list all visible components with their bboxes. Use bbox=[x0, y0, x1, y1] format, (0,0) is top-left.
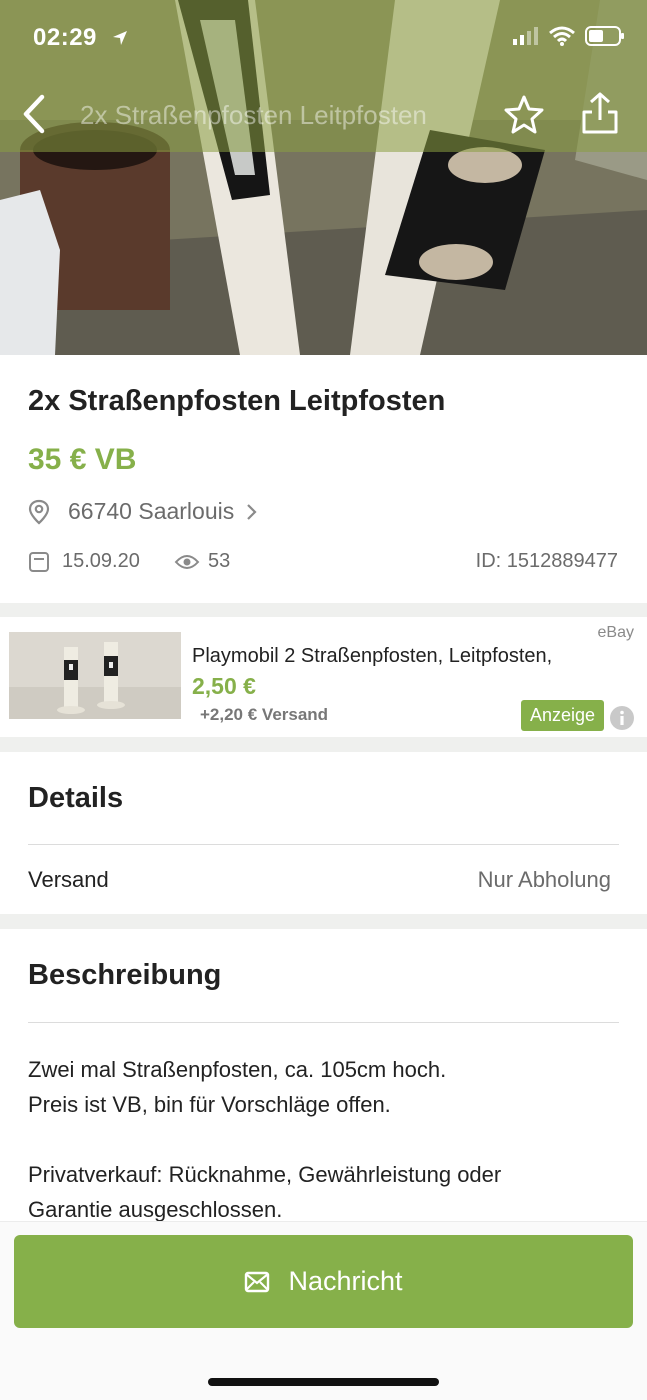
listing-info: 2x Straßenpfosten Leitpfosten 35 € VB 66… bbox=[0, 355, 647, 603]
wifi-icon bbox=[549, 26, 575, 51]
location-link[interactable]: 66740 Saarlouis bbox=[28, 498, 258, 525]
message-button-label: Nachricht bbox=[288, 1266, 403, 1296]
share-icon bbox=[582, 92, 618, 134]
back-icon bbox=[23, 94, 45, 134]
description-section: Beschreibung Zwei mal Straßenpfosten, ca… bbox=[0, 929, 647, 1229]
listing-title: 2x Straßenpfosten Leitpfosten bbox=[28, 385, 446, 417]
divider bbox=[28, 1022, 619, 1023]
location-arrow-icon bbox=[112, 30, 128, 51]
ebay-ad[interactable]: eBay Playmobil 2 Straßenpfosten, Leitpfo… bbox=[0, 617, 647, 737]
favorite-button[interactable] bbox=[503, 94, 545, 139]
listing-photo[interactable]: 02:29 2x Straßenpfosten Leitpfosten bbox=[0, 0, 647, 355]
listing-price: 35 € VB bbox=[28, 443, 137, 476]
description-line: Zwei mal Straßenpfosten, ca. 105cm hoch. bbox=[28, 1057, 447, 1082]
battery-icon bbox=[585, 26, 625, 51]
ad-info-button[interactable] bbox=[609, 705, 635, 736]
listing-date: 15.09.20 bbox=[62, 550, 140, 572]
navigation-bar: 2x Straßenpfosten Leitpfosten bbox=[0, 80, 647, 152]
info-icon bbox=[610, 706, 634, 730]
back-button[interactable] bbox=[22, 94, 58, 134]
ad-thumbnail bbox=[9, 632, 181, 719]
nav-title: 2x Straßenpfosten Leitpfosten bbox=[80, 100, 427, 130]
date-info: 15.09.20 bbox=[28, 550, 140, 573]
eye-icon bbox=[174, 554, 200, 569]
view-count: 53 bbox=[208, 550, 231, 572]
shipping-value: Nur Abholung bbox=[477, 867, 611, 892]
home-indicator bbox=[208, 1378, 439, 1386]
ad-price: 2,50 € bbox=[192, 673, 256, 699]
message-button[interactable]: Nachricht bbox=[14, 1235, 633, 1328]
ad-source: eBay bbox=[597, 624, 634, 641]
details-section: Details Versand Nur Abholung bbox=[0, 752, 647, 914]
views-info: 53 bbox=[174, 550, 230, 573]
listing-meta: 15.09.20 53 ID: 1512889477 bbox=[28, 550, 618, 580]
shipping-label: Versand bbox=[28, 867, 109, 892]
share-button[interactable] bbox=[578, 90, 622, 141]
description-text: Zwei mal Straßenpfosten, ca. 105cm hoch.… bbox=[28, 1052, 618, 1227]
divider bbox=[28, 844, 619, 845]
description-heading: Beschreibung bbox=[28, 959, 222, 991]
section-separator bbox=[0, 737, 647, 752]
chevron-right-icon bbox=[247, 503, 257, 520]
mail-icon bbox=[245, 1271, 270, 1292]
location-pin-icon bbox=[28, 499, 50, 524]
star-icon bbox=[504, 95, 544, 134]
ad-shipping: +2,20 € Versand bbox=[200, 705, 329, 724]
signal-icon bbox=[513, 27, 539, 50]
status-bar: 02:29 bbox=[0, 0, 647, 80]
section-separator bbox=[0, 603, 647, 617]
ad-title: Playmobil 2 Straßenpfosten, Leitpfosten, bbox=[192, 645, 553, 667]
description-line: Privatverkauf: Rücknahme, Gewährleistung… bbox=[28, 1162, 502, 1187]
bottom-action-bar: Nachricht bbox=[0, 1221, 647, 1400]
calendar-icon bbox=[29, 551, 49, 572]
listing-id: ID: 1512889477 bbox=[475, 550, 618, 572]
ad-badge: Anzeige bbox=[521, 700, 604, 731]
location-text: 66740 Saarlouis bbox=[68, 498, 235, 524]
section-separator bbox=[0, 914, 647, 929]
status-time: 02:29 bbox=[33, 24, 97, 51]
details-heading: Details bbox=[28, 782, 124, 814]
description-line: Preis ist VB, bin für Vorschläge offen. bbox=[28, 1092, 391, 1117]
